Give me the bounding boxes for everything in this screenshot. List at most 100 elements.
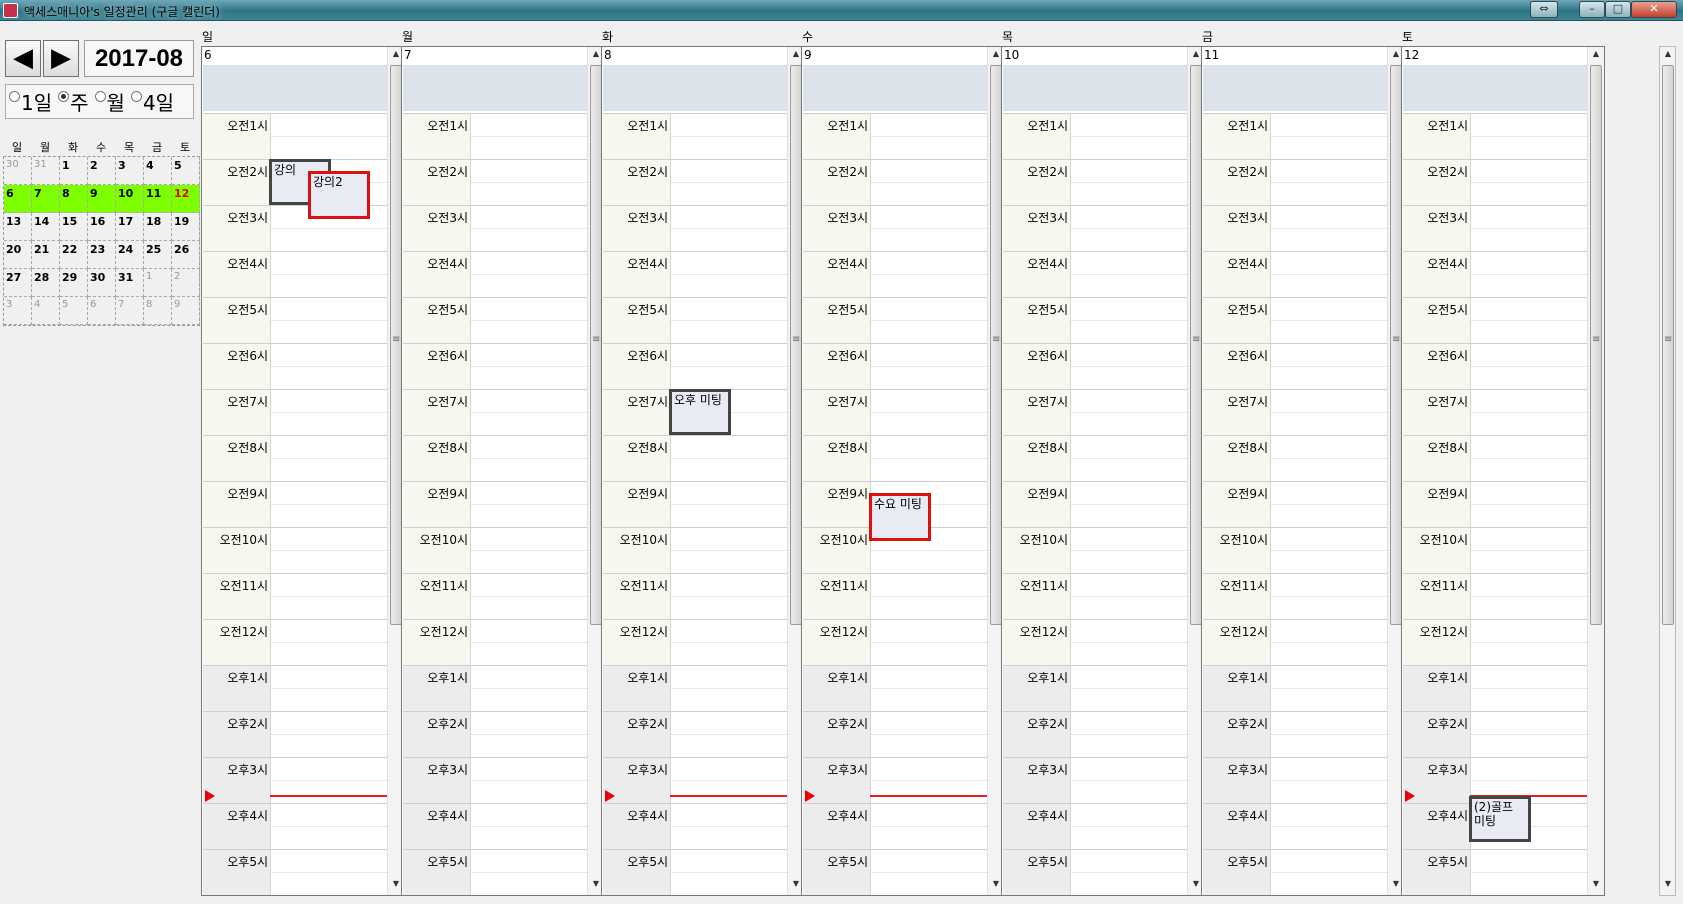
time-slot[interactable]: 오전5시 — [403, 297, 589, 344]
time-slot[interactable]: 오후2시 — [1203, 711, 1389, 758]
scroll-thumb[interactable] — [1662, 65, 1674, 625]
time-slot[interactable]: 오전4시 — [603, 251, 789, 298]
mini-calendar-day[interactable]: 6 — [88, 297, 116, 325]
time-slot[interactable]: 오전11시 — [603, 573, 789, 620]
calendar-event[interactable]: 강의2 — [308, 170, 370, 219]
restore-size-button[interactable]: ⇔ — [1530, 1, 1558, 18]
scroll-thumb[interactable] — [1590, 65, 1602, 625]
mini-calendar-day[interactable]: 8 — [144, 297, 172, 325]
close-button[interactable]: ✕ — [1631, 1, 1677, 18]
time-slot[interactable]: 오전5시 — [1403, 297, 1589, 344]
day-column[interactable]: 12 오전1시 오전2시 오전3시 오전4시 오전5시 오전6시 오전7시 오전8시 오전9시 오전… — [1401, 46, 1605, 896]
time-slot[interactable]: 오전9시 — [1203, 481, 1389, 528]
time-slot[interactable]: 오전10시 — [1003, 527, 1189, 574]
radio-button[interactable] — [58, 91, 70, 102]
time-slot[interactable]: 오후3시 — [403, 757, 589, 804]
time-slot[interactable]: 오전4시 — [1403, 251, 1589, 298]
time-slot[interactable]: 오후5시 — [803, 849, 989, 895]
mini-calendar-day[interactable]: 14 — [32, 213, 60, 241]
calendar-event[interactable]: (2)골프 미팅 — [1469, 796, 1531, 843]
day-scrollbar[interactable]: ▲▼ — [1587, 47, 1604, 895]
time-slot[interactable]: 오전3시 — [603, 205, 789, 252]
time-slot[interactable]: 오전8시 — [1003, 435, 1189, 482]
time-slot[interactable]: 오전5시 — [203, 297, 389, 344]
time-slot[interactable]: 오후3시 — [1003, 757, 1189, 804]
time-slot[interactable]: 오후3시 — [1203, 757, 1389, 804]
time-slot[interactable]: 오전12시 — [1403, 619, 1589, 666]
time-slot[interactable]: 오전8시 — [1403, 435, 1589, 482]
time-slot[interactable]: 오전7시 — [1403, 389, 1589, 436]
time-slot[interactable]: 오후5시 — [203, 849, 389, 895]
all-day-area[interactable] — [203, 65, 389, 111]
time-slot[interactable]: 오후5시 — [603, 849, 789, 895]
mini-calendar-day[interactable]: 2 — [172, 269, 200, 297]
scroll-up-arrow-icon[interactable]: ▲ — [1588, 49, 1604, 63]
mini-calendar-day[interactable]: 18 — [144, 213, 172, 241]
time-slot[interactable]: 오전11시 — [403, 573, 589, 620]
time-slot[interactable]: 오전9시 — [1403, 481, 1589, 528]
time-slot[interactable]: 오전10시 — [603, 527, 789, 574]
time-slot[interactable]: 오전3시 — [1203, 205, 1389, 252]
time-slot[interactable]: 오전12시 — [1003, 619, 1189, 666]
time-slot[interactable]: 오전9시 — [203, 481, 389, 528]
time-slot[interactable]: 오전11시 — [803, 573, 989, 620]
time-slot[interactable]: 오후2시 — [1003, 711, 1189, 758]
mini-calendar-day[interactable]: 22 — [60, 241, 88, 269]
time-slot[interactable]: 오전11시 — [1003, 573, 1189, 620]
mini-calendar-day[interactable]: 31 — [32, 157, 60, 185]
radio-button[interactable] — [130, 91, 142, 102]
view-mode-option[interactable]: 월 — [94, 87, 125, 116]
time-slot[interactable]: 오전11시 — [1203, 573, 1389, 620]
time-slot[interactable]: 오전4시 — [403, 251, 589, 298]
all-day-area[interactable] — [403, 65, 589, 111]
time-slot[interactable]: 오전7시 — [1203, 389, 1389, 436]
day-column[interactable]: 6 오전1시 오전2시 오전3시 오전4시 오전5시 오전6시 오전7시 오전8시 오전9시 오전1… — [201, 46, 405, 896]
time-slot[interactable]: 오전10시 — [1203, 527, 1389, 574]
time-slot[interactable]: 오후4시 — [403, 803, 589, 850]
time-slot[interactable]: 오전6시 — [803, 343, 989, 390]
day-column[interactable]: 11 오전1시 오전2시 오전3시 오전4시 오전5시 오전6시 오전7시 오전8시 오전9시 오전… — [1201, 46, 1405, 896]
time-slot[interactable]: 오전3시 — [1403, 205, 1589, 252]
time-slot[interactable]: 오전9시 — [603, 481, 789, 528]
mini-calendar-day[interactable]: 3 — [4, 297, 32, 325]
time-slot[interactable]: 오전1시 — [203, 113, 389, 160]
time-slot[interactable]: 오전2시 — [1003, 159, 1189, 206]
time-slot[interactable]: 오전7시 — [1003, 389, 1189, 436]
mini-calendar-day[interactable]: 8 — [60, 185, 88, 213]
mini-calendar-day[interactable]: 13 — [4, 213, 32, 241]
all-day-area[interactable] — [1203, 65, 1389, 111]
time-slot[interactable]: 오전2시 — [1403, 159, 1589, 206]
time-slot[interactable]: 오후5시 — [1003, 849, 1189, 895]
time-slot[interactable]: 오전2시 — [1203, 159, 1389, 206]
mini-calendar-day[interactable]: 19 — [172, 213, 200, 241]
mini-calendar-day[interactable]: 21 — [32, 241, 60, 269]
time-slot[interactable]: 오전4시 — [1003, 251, 1189, 298]
mini-calendar-day[interactable]: 5 — [60, 297, 88, 325]
time-slot[interactable]: 오전12시 — [803, 619, 989, 666]
time-slot[interactable]: 오전8시 — [203, 435, 389, 482]
time-slot[interactable]: 오전9시 — [1003, 481, 1189, 528]
time-slot[interactable]: 오후4시 — [1203, 803, 1389, 850]
time-slot[interactable]: 오후4시 — [803, 803, 989, 850]
view-mode-option[interactable]: 4일 — [130, 87, 174, 116]
time-slot[interactable]: 오전9시 — [403, 481, 589, 528]
time-slot[interactable]: 오전7시 — [403, 389, 589, 436]
time-slot[interactable]: 오후4시 — [203, 803, 389, 850]
time-slot[interactable]: 오전12시 — [403, 619, 589, 666]
time-slot[interactable]: 오전8시 — [403, 435, 589, 482]
mini-calendar-day[interactable]: 16 — [88, 213, 116, 241]
scroll-down-arrow-icon[interactable]: ▼ — [1588, 879, 1604, 893]
time-slot[interactable]: 오전5시 — [1203, 297, 1389, 344]
time-slot[interactable]: 오후1시 — [203, 665, 389, 712]
time-slot[interactable]: 오전2시 — [603, 159, 789, 206]
time-slot[interactable]: 오전8시 — [803, 435, 989, 482]
time-slot[interactable]: 오전7시 — [203, 389, 389, 436]
time-slot[interactable]: 오후2시 — [403, 711, 589, 758]
mini-calendar-day[interactable]: 23 — [88, 241, 116, 269]
time-slot[interactable]: 오후5시 — [403, 849, 589, 895]
time-slot[interactable]: 오전3시 — [803, 205, 989, 252]
mini-calendar-day[interactable]: 2 — [88, 157, 116, 185]
time-slot[interactable]: 오후1시 — [603, 665, 789, 712]
time-slot[interactable]: 오후5시 — [1403, 849, 1589, 895]
time-slot[interactable]: 오후4시 — [603, 803, 789, 850]
